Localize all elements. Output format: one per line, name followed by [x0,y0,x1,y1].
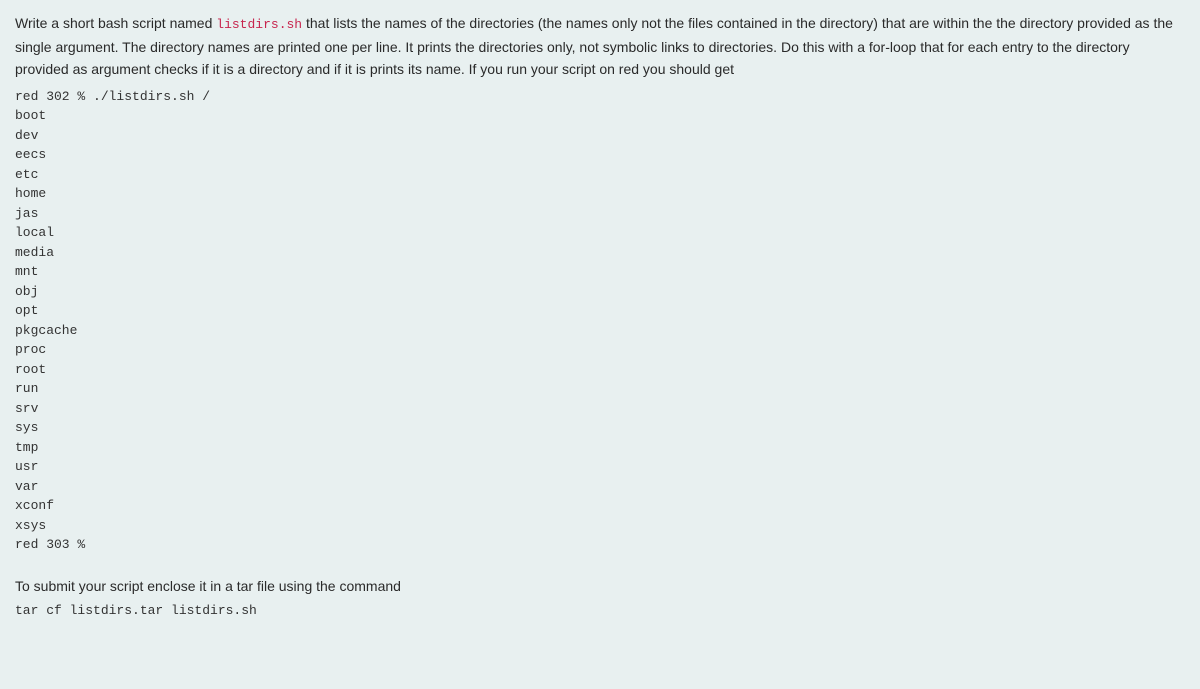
problem-instruction: Write a short bash script named listdirs… [15,12,1185,81]
tar-command: tar cf listdirs.tar listdirs.sh [15,603,1185,618]
terminal-output: red 302 % ./listdirs.sh / boot dev eecs … [15,87,1185,555]
submit-instruction: To submit your script enclose it in a ta… [15,575,1185,597]
script-filename: listdirs.sh [216,17,302,32]
instruction-text-part1: Write a short bash script named [15,15,216,31]
